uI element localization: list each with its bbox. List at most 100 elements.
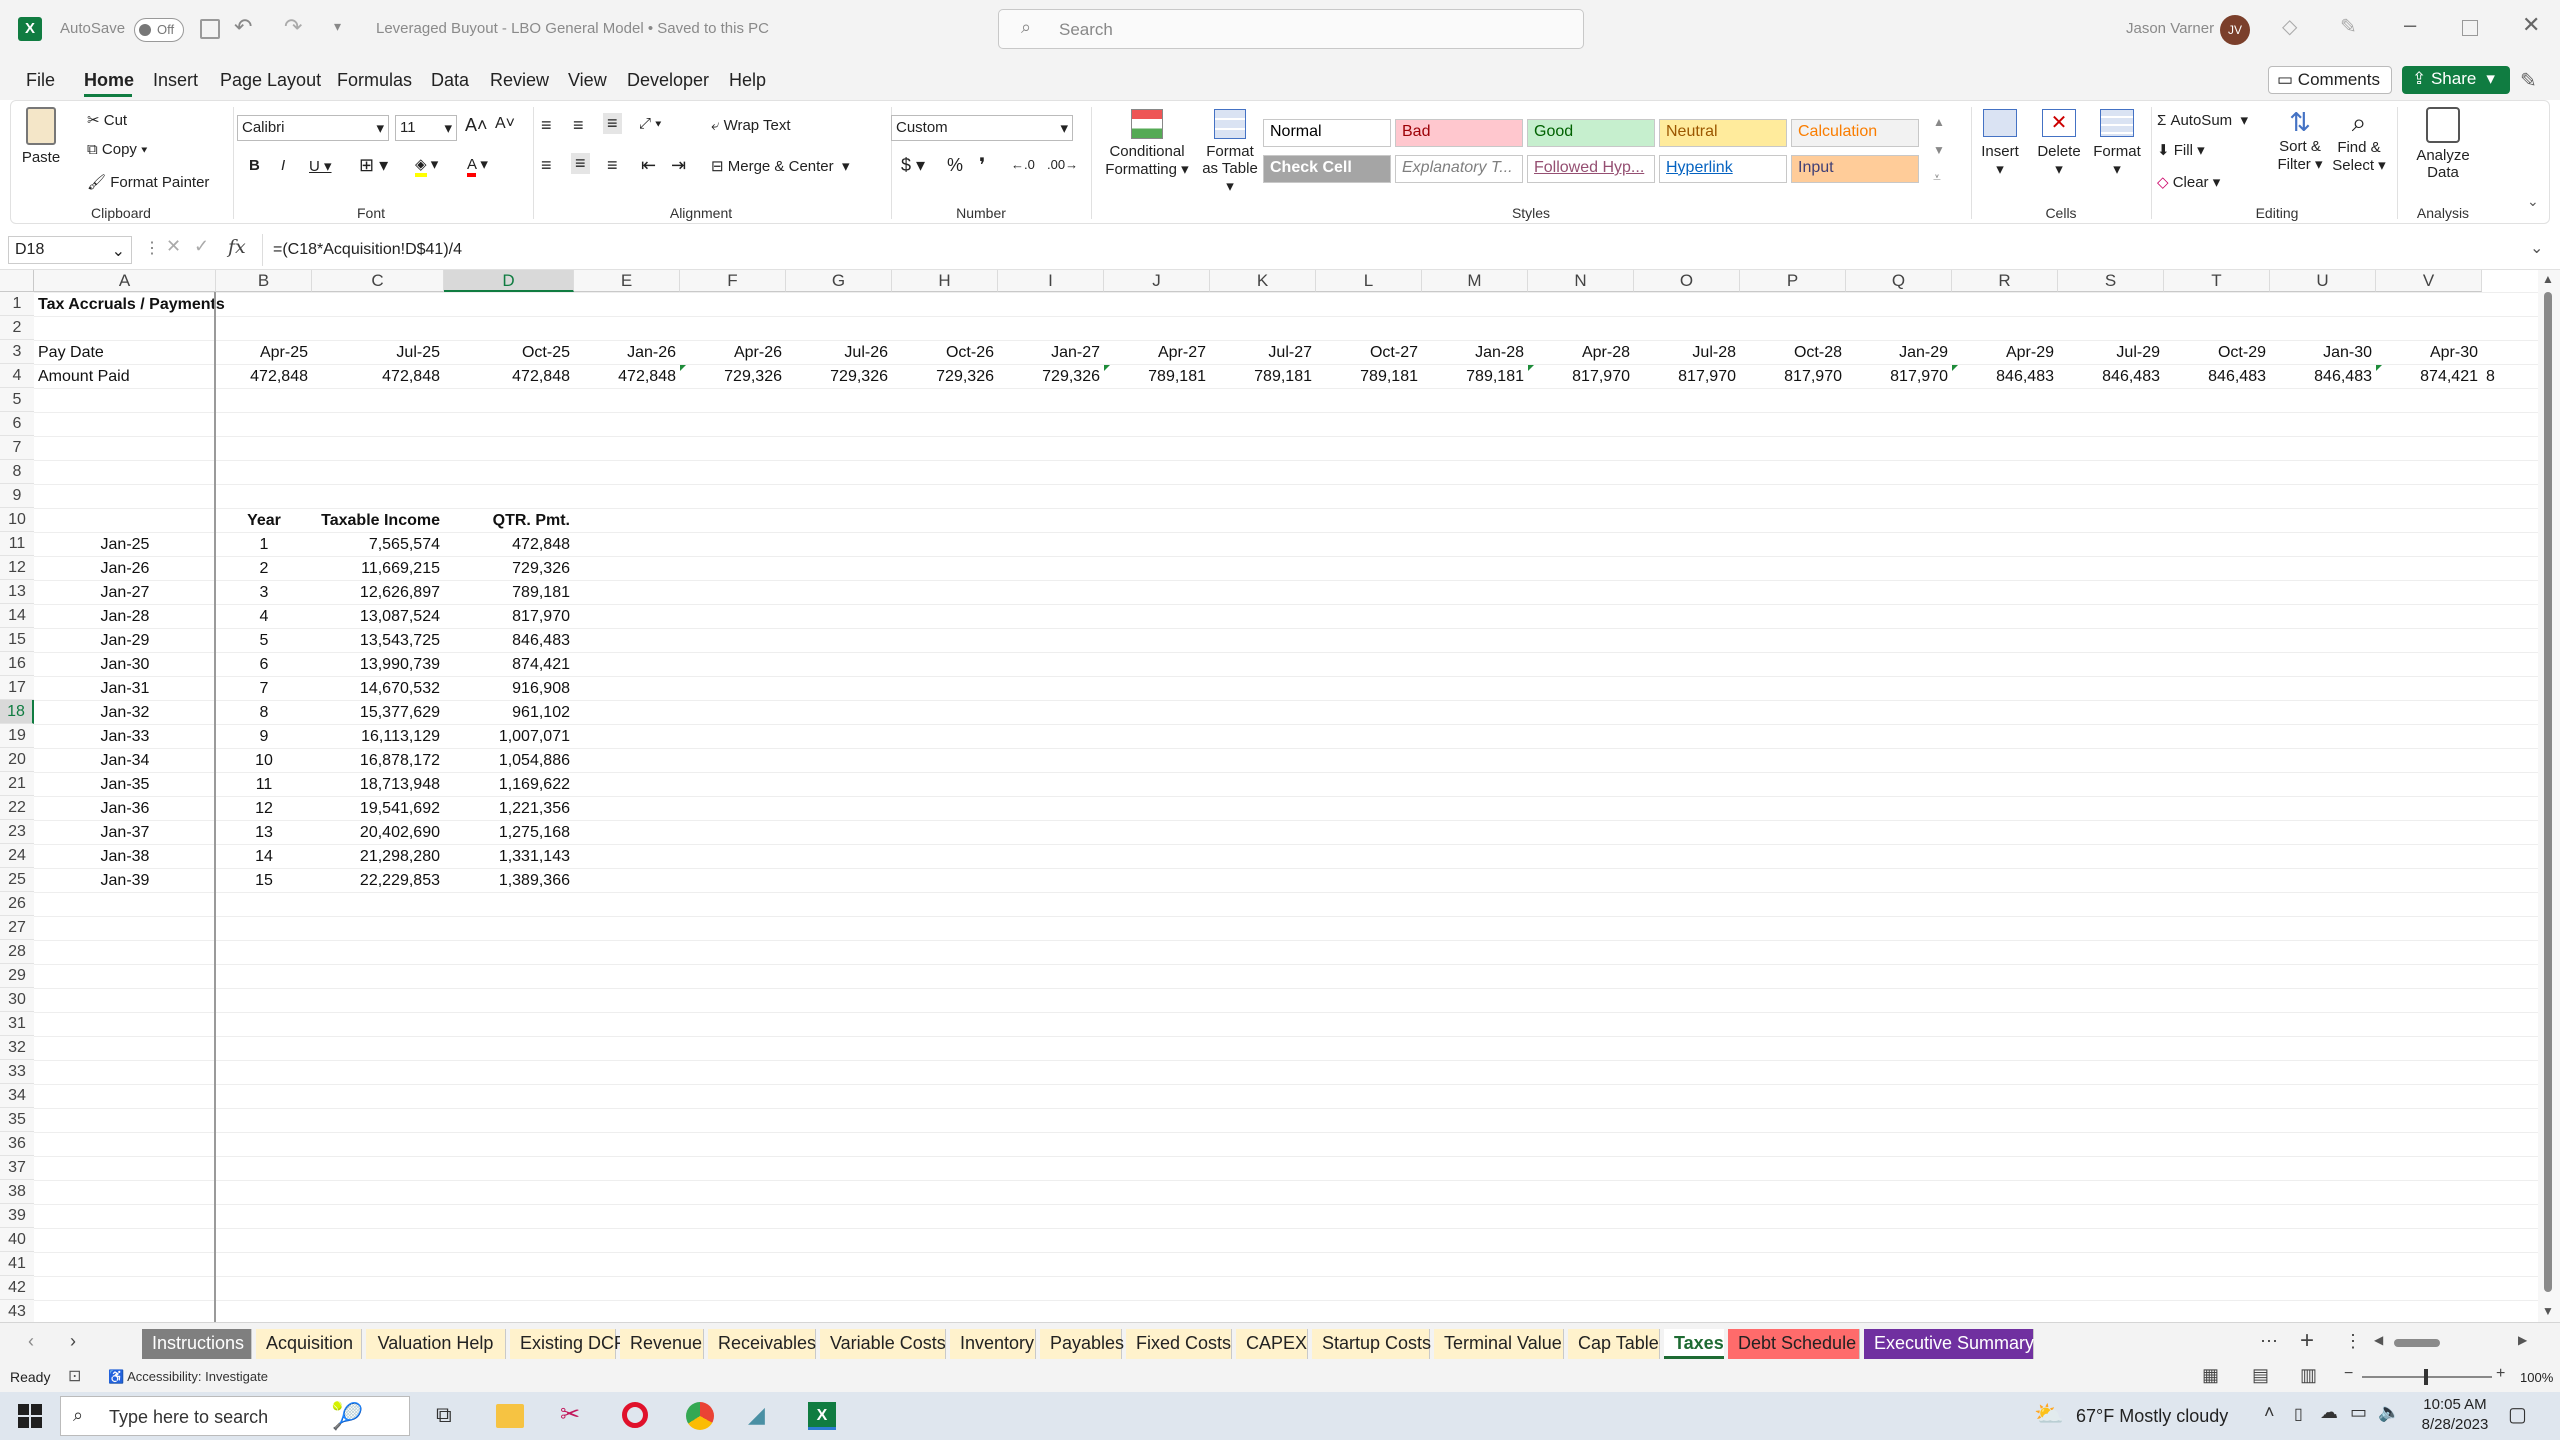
underline-button[interactable]: U ▾ [309, 157, 332, 175]
menu-file[interactable]: File [26, 70, 55, 91]
menu-developer[interactable]: Developer [627, 70, 709, 91]
row-header[interactable]: 43 [0, 1300, 34, 1322]
search-box[interactable]: ⌕ Search [998, 9, 1584, 49]
amount-paid-label[interactable]: Amount Paid [38, 366, 212, 388]
table-row-income[interactable]: 13,543,725 [316, 630, 440, 652]
pay-date-cell[interactable]: Jan-27 [1002, 342, 1100, 364]
pen-icon[interactable]: ✎ [2340, 14, 2357, 39]
zoom-slider[interactable] [2362, 1369, 2492, 1385]
style-explanatory[interactable]: Explanatory T... [1395, 155, 1523, 183]
table-row-payment[interactable]: 916,908 [448, 678, 570, 700]
decrease-font-icon[interactable]: A˅ [495, 115, 515, 133]
align-left-icon[interactable]: ≡ [541, 155, 552, 176]
sheet-tab[interactable]: Taxes [1664, 1329, 1724, 1359]
row-header[interactable]: 8 [0, 460, 34, 484]
decrease-decimal-icon[interactable]: .00→ [1047, 157, 1078, 172]
table-row-payment[interactable]: 1,331,143 [448, 846, 570, 868]
macro-record-icon[interactable]: ⊡ [68, 1366, 81, 1386]
table-row-year[interactable]: 11 [220, 774, 308, 796]
table-row-income[interactable]: 7,565,574 [316, 534, 440, 556]
table-row-payment[interactable]: 1,389,366 [448, 870, 570, 892]
menu-view[interactable]: View [568, 70, 607, 91]
undo-icon[interactable]: ↶ [234, 14, 252, 40]
pay-date-cell[interactable]: Jul-26 [790, 342, 888, 364]
table-row-year[interactable]: 15 [220, 870, 308, 892]
chevron-up-icon[interactable]: ˄ [2264, 1402, 2275, 1423]
column-header-d[interactable]: D [444, 270, 574, 292]
fill-color-icon[interactable]: ◈ ▾ [415, 155, 438, 177]
table-row-date[interactable]: Jan-39 [38, 870, 212, 892]
pay-date-cell[interactable]: Apr-30 [2380, 342, 2478, 364]
horizontal-scrollbar[interactable]: ◀ ▶ [2374, 1333, 2534, 1353]
table-row-year[interactable]: 1 [220, 534, 308, 556]
table-row-date[interactable]: Jan-33 [38, 726, 212, 748]
zoom-out-icon[interactable]: − [2344, 1365, 2353, 1383]
scroll-up-icon[interactable]: ▲ [2542, 272, 2554, 286]
amount-paid-cell[interactable]: 472,848 [316, 366, 440, 388]
column-header-q[interactable]: Q [1846, 270, 1952, 292]
table-row-date[interactable]: Jan-29 [38, 630, 212, 652]
wrap-text-button[interactable]: ⤶ Wrap Text [711, 117, 791, 134]
style-input[interactable]: Input [1791, 155, 1919, 183]
select-all-corner[interactable] [0, 270, 34, 292]
page-layout-view-icon[interactable]: ▤ [2252, 1365, 2269, 1386]
comments-button[interactable]: ▭ Comments [2268, 66, 2392, 94]
sheet-tab[interactable]: Executive Summary [1864, 1329, 2034, 1359]
volume-icon[interactable]: 🔈 [2378, 1402, 2400, 1423]
font-color-icon[interactable]: A ▾ [467, 155, 488, 177]
table-row-year[interactable]: 12 [220, 798, 308, 820]
vertical-scrollbar[interactable]: ▲ ▼ [2538, 270, 2560, 1322]
zoom-in-icon[interactable]: + [2496, 1365, 2505, 1383]
cut-button[interactable]: ✂ Cut [87, 111, 127, 129]
bold-button[interactable]: B [249, 157, 260, 174]
style-hyperlink[interactable]: Hyperlink [1659, 155, 1787, 183]
sheet-tab[interactable]: Payables [1040, 1329, 1124, 1359]
comma-style-icon[interactable]: ❜ [979, 153, 985, 178]
style-bad[interactable]: Bad [1395, 119, 1523, 147]
minimize-icon[interactable]: – [2404, 12, 2416, 38]
row-header[interactable]: 35 [0, 1108, 34, 1132]
pay-date-cell[interactable]: Oct-28 [1744, 342, 1842, 364]
column-header-s[interactable]: S [2058, 270, 2164, 292]
format-cells-button[interactable]: Format ▾ [2089, 109, 2145, 178]
delete-cells-button[interactable]: ✕ Delete ▾ [2031, 109, 2087, 178]
menu-insert[interactable]: Insert [153, 70, 198, 91]
pay-date-cell[interactable]: Jul-25 [316, 342, 440, 364]
column-header-h[interactable]: H [892, 270, 998, 292]
orientation-icon[interactable]: ⤢ ▾ [639, 115, 661, 132]
fill-button[interactable]: ⬇ Fill ▾ [2157, 141, 2205, 159]
copy-button[interactable]: ⧉ Copy ▾ [87, 141, 147, 158]
row-header[interactable]: 37 [0, 1156, 34, 1180]
row-header[interactable]: 10 [0, 508, 34, 532]
autosave-toggle[interactable]: Off [134, 18, 184, 42]
sheet-tab[interactable]: Receivables [708, 1329, 816, 1359]
pay-date-cell[interactable]: Jan-29 [1850, 342, 1948, 364]
row-header[interactable]: 12 [0, 556, 34, 580]
column-header-n[interactable]: N [1528, 270, 1634, 292]
taskbar-search[interactable]: ⌕ Type here to search 🎾 [60, 1396, 410, 1436]
table-row-payment[interactable]: 961,102 [448, 702, 570, 724]
scroll-down-icon[interactable]: ▼ [2542, 1304, 2554, 1318]
amount-paid-cell[interactable]: 472,848 [220, 366, 308, 388]
table-row-payment[interactable]: 1,275,168 [448, 822, 570, 844]
amount-paid-cell[interactable]: 846,483 [2062, 366, 2160, 388]
tab-scroll-left-icon[interactable]: ‹ [28, 1331, 34, 1352]
clock-date[interactable]: 8/28/2023 [2412, 1416, 2498, 1433]
amount-paid-cell[interactable]: 729,326 [1002, 366, 1100, 388]
styles-more-icon[interactable]: ⩡ [1933, 169, 1941, 186]
column-header-o[interactable]: O [1634, 270, 1740, 292]
windows-start-icon[interactable] [18, 1404, 42, 1428]
row-header[interactable]: 34 [0, 1084, 34, 1108]
align-middle-icon[interactable]: ≡ [573, 115, 584, 136]
align-right-icon[interactable]: ≡ [607, 155, 618, 176]
style-followed-hyperlink[interactable]: Followed Hyp... [1527, 155, 1655, 183]
table-row-payment[interactable]: 846,483 [448, 630, 570, 652]
table-row-year[interactable]: 3 [220, 582, 308, 604]
amount-paid-cell[interactable]: 789,181 [1320, 366, 1418, 388]
table-row-income[interactable]: 22,229,853 [316, 870, 440, 892]
page-break-view-icon[interactable]: ▥ [2300, 1365, 2317, 1386]
row-header[interactable]: 33 [0, 1060, 34, 1084]
amount-paid-cell[interactable]: 789,181 [1426, 366, 1524, 388]
table-row-date[interactable]: Jan-36 [38, 798, 212, 820]
insert-cells-button[interactable]: Insert ▾ [1975, 109, 2025, 178]
